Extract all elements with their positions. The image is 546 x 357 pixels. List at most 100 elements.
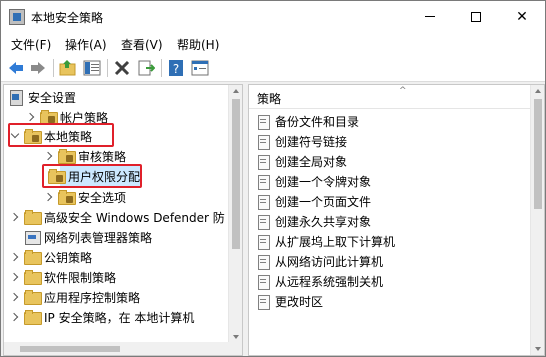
- scroll-down-icon[interactable]: [531, 343, 544, 355]
- tree-item-label: IP 安全策略，在 本地计算机: [44, 310, 195, 325]
- tree-scroll-thumb[interactable]: [232, 99, 240, 249]
- tree-item-label: 本地策略: [44, 129, 93, 144]
- list-item[interactable]: 从远程系统强制关机: [257, 272, 383, 291]
- tree-item-label: 应用程序控制策略: [44, 290, 141, 305]
- tree-item-audit-policy[interactable]: 审核策略: [44, 146, 126, 166]
- scroll-up-icon[interactable]: [229, 85, 242, 97]
- list-vertical-scrollbar[interactable]: [530, 85, 544, 355]
- title-bar: 本地安全策略 ✕: [1, 1, 545, 32]
- chevron-right-icon[interactable]: [10, 312, 20, 322]
- console-tree: 安全设置 帐户策略 本地策略 审核策略 用户权限分配 安全选项 高级安全 Win…: [3, 84, 243, 356]
- folder-lock-icon: [58, 149, 76, 164]
- delete-icon[interactable]: [113, 59, 131, 77]
- up-folder-icon[interactable]: [59, 59, 77, 77]
- policy-icon: [257, 274, 271, 290]
- network-list-icon: [24, 230, 41, 245]
- menu-file[interactable]: 文件(F): [11, 36, 51, 53]
- list-item-label: 创建永久共享对象: [275, 215, 372, 229]
- tree-item-label: 审核策略: [78, 149, 127, 164]
- menu-action[interactable]: 操作(A): [65, 36, 107, 53]
- forward-arrow-icon[interactable]: [29, 59, 47, 77]
- list-item[interactable]: 更改时区: [257, 292, 323, 311]
- chevron-right-icon[interactable]: [44, 151, 54, 161]
- list-scroll-thumb[interactable]: [534, 99, 542, 209]
- tree-item-security-options[interactable]: 安全选项: [44, 187, 126, 207]
- column-header-policy[interactable]: 策略 ^: [249, 85, 532, 109]
- tree-item-local-policies[interactable]: 本地策略: [10, 126, 92, 146]
- list-item[interactable]: 创建一个页面文件: [257, 192, 371, 211]
- tree-root-security-settings[interactable]: 安全设置: [8, 87, 76, 107]
- toolbar-separator: [53, 59, 54, 77]
- chevron-right-icon[interactable]: [44, 192, 54, 202]
- list-item-label: 备份文件和目录: [275, 115, 360, 129]
- folder-lock-icon: [40, 110, 58, 125]
- chevron-right-icon[interactable]: [26, 112, 36, 122]
- tree-item-label: 高级安全 Windows Defender 防: [44, 210, 225, 225]
- security-policy-app-icon: [9, 9, 25, 25]
- close-icon: ✕: [516, 8, 528, 25]
- tree-horizontal-scrollbar[interactable]: [4, 342, 242, 355]
- tree-item-app-control[interactable]: 应用程序控制策略: [10, 287, 140, 307]
- list-item-label: 从远程系统强制关机: [275, 275, 384, 289]
- minimize-button[interactable]: [407, 1, 453, 32]
- list-item[interactable]: 创建符号链接: [257, 132, 347, 151]
- properties-icon[interactable]: [191, 59, 209, 77]
- list-item-label: 从扩展坞上取下计算机: [275, 235, 396, 249]
- chevron-down-icon[interactable]: [10, 131, 20, 141]
- tree-item-label: 公钥策略: [44, 250, 93, 265]
- menu-bar: 文件(F) 操作(A) 查看(V) 帮助(H): [1, 32, 545, 54]
- chevron-right-icon[interactable]: [10, 292, 20, 302]
- scroll-up-icon[interactable]: [531, 85, 544, 97]
- list-item[interactable]: 创建全局对象: [257, 152, 347, 171]
- toolbar: ?: [1, 54, 545, 82]
- folder-icon: [24, 270, 42, 285]
- chevron-right-icon[interactable]: [10, 272, 20, 282]
- tree-hscroll-thumb[interactable]: [20, 346, 120, 352]
- close-button[interactable]: ✕: [499, 1, 545, 32]
- local-security-policy-window: 本地安全策略 ✕ 文件(F) 操作(A) 查看(V) 帮助(H) ? 安全设置: [0, 0, 546, 357]
- tree-item-public-key-policies[interactable]: 公钥策略: [10, 247, 92, 267]
- toolbar-separator: [161, 59, 162, 77]
- security-settings-icon: [8, 89, 24, 106]
- help-icon[interactable]: ?: [167, 59, 185, 77]
- policy-icon: [257, 254, 271, 270]
- export-list-icon[interactable]: [137, 59, 155, 77]
- tree-vertical-scrollbar[interactable]: [228, 85, 242, 343]
- policy-list: 策略 ^ 备份文件和目录 创建符号链接 创建全局对象 创建一个令牌对象 创建一个…: [248, 84, 545, 356]
- show-hide-tree-icon[interactable]: [83, 59, 101, 77]
- folder-lock-icon: [24, 129, 42, 144]
- window-title: 本地安全策略: [31, 11, 104, 25]
- tree-item-user-rights-assignment[interactable]: 用户权限分配: [48, 166, 140, 186]
- menu-view[interactable]: 查看(V): [121, 36, 163, 53]
- tree-item-windows-defender-firewall[interactable]: 高级安全 Windows Defender 防: [10, 207, 225, 227]
- policy-icon: [257, 114, 271, 130]
- back-arrow-icon[interactable]: [7, 59, 25, 77]
- column-header-label: 策略: [257, 92, 282, 106]
- toolbar-separator: [107, 59, 108, 77]
- tree-item-label: 软件限制策略: [44, 270, 117, 285]
- chevron-right-icon[interactable]: [10, 212, 20, 222]
- list-item[interactable]: 从扩展坞上取下计算机: [257, 232, 395, 251]
- chevron-right-icon[interactable]: [10, 252, 20, 262]
- menu-help[interactable]: 帮助(H): [177, 36, 219, 53]
- list-item-label: 创建全局对象: [275, 155, 348, 169]
- folder-icon: [24, 210, 42, 225]
- list-item[interactable]: 从网络访问此计算机: [257, 252, 383, 271]
- folder-icon: [24, 290, 42, 305]
- maximize-icon: [471, 11, 481, 22]
- folder-lock-icon: [48, 169, 66, 184]
- sort-ascending-icon: ^: [399, 86, 407, 96]
- list-item-label: 创建一个页面文件: [275, 195, 372, 209]
- policy-icon: [257, 234, 271, 250]
- list-item[interactable]: 创建一个令牌对象: [257, 172, 371, 191]
- list-item[interactable]: 备份文件和目录: [257, 112, 359, 131]
- tree-item-software-restriction[interactable]: 软件限制策略: [10, 267, 116, 287]
- folder-lock-icon: [58, 190, 76, 205]
- tree-item-network-list-manager[interactable]: 网络列表管理器策略: [24, 227, 152, 247]
- list-item[interactable]: 创建永久共享对象: [257, 212, 371, 231]
- tree-item-ip-security[interactable]: IP 安全策略，在 本地计算机: [10, 307, 194, 327]
- folder-icon: [24, 250, 42, 265]
- maximize-button[interactable]: [453, 1, 499, 32]
- list-item-label: 创建符号链接: [275, 135, 348, 149]
- policy-icon: [257, 214, 271, 230]
